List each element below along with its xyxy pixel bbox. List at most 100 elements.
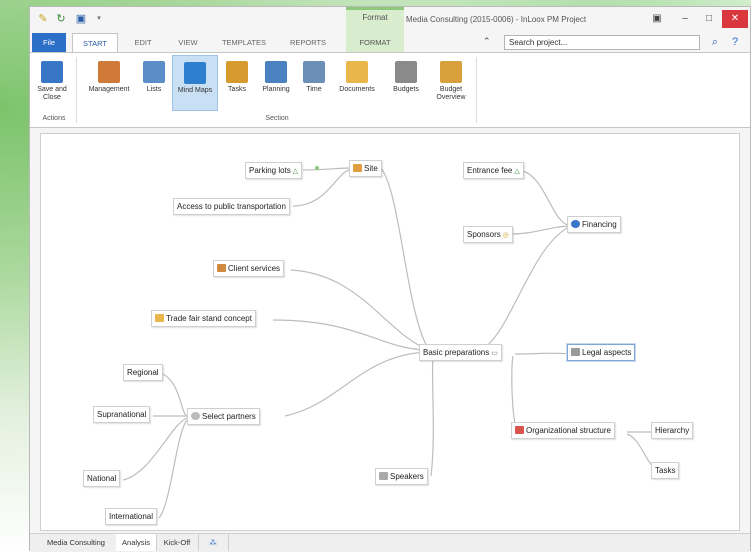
link-financing-basic <box>480 225 572 351</box>
section-tasks-label: Tasks <box>228 86 246 93</box>
node-label: Supranational <box>97 410 147 419</box>
group-section-label: Section <box>265 115 289 122</box>
node-tasks[interactable]: Tasks <box>651 462 680 479</box>
save-icon[interactable]: ▣ <box>74 13 88 25</box>
section-documents-label: Documents <box>339 86 375 93</box>
search-icon[interactable]: ⌕ <box>704 33 726 51</box>
customize-toolbar-icon[interactable]: ▾ <box>92 13 106 25</box>
tab-templates[interactable]: TEMPLATES <box>216 33 272 53</box>
section-documents-button[interactable]: Documents <box>332 55 382 111</box>
bottom-tab-analysis[interactable]: Analysis <box>116 534 157 551</box>
mindmap-tab-icon[interactable]: ⁂ <box>198 534 229 551</box>
bottom-tab-media-consulting[interactable]: Media Consulting <box>36 534 117 551</box>
node-organizational-structure[interactable]: Organizational structure <box>511 422 615 439</box>
section-time-button[interactable]: Time <box>300 55 328 111</box>
node-label: Client services <box>228 264 281 273</box>
node-hierarchy[interactable]: Hierarchy <box>651 422 694 439</box>
node-label: Access to public transportation <box>177 202 286 211</box>
collapse-ribbon-icon[interactable]: ⌃ <box>483 36 491 47</box>
node-client-services[interactable]: Client services <box>213 260 285 277</box>
mindmaps-icon <box>184 62 206 84</box>
node-label: Sponsors <box>467 230 501 239</box>
node-label: Speakers <box>390 472 424 481</box>
node-supranational[interactable]: Supranational <box>93 406 151 423</box>
save-close-label: Save and Close <box>37 86 67 101</box>
org-chart-icon <box>515 426 524 434</box>
node-label: Hierarchy <box>655 426 690 435</box>
section-mindmaps-label: Mind Maps <box>177 87 213 94</box>
group-separator <box>76 57 77 123</box>
node-speakers[interactable]: Speakers <box>375 468 428 485</box>
section-budget-overview-label: Budget Overview <box>436 86 466 101</box>
section-mindmaps-button[interactable]: Mind Maps <box>172 55 218 111</box>
link-parking-site <box>302 167 350 171</box>
pie-chart-icon <box>571 220 580 228</box>
people-icon <box>217 264 226 272</box>
node-legal-aspects[interactable]: Legal aspects <box>567 344 636 361</box>
maximize-button[interactable]: □ <box>698 10 720 28</box>
link-partners-basic <box>284 351 430 417</box>
section-planning-label: Planning <box>262 86 290 93</box>
section-budget-overview-button[interactable]: Budget Overview <box>430 55 472 111</box>
tab-start[interactable]: START <box>72 33 118 53</box>
node-national[interactable]: National <box>83 470 121 487</box>
section-tasks-button[interactable]: Tasks <box>222 55 252 111</box>
management-icon <box>98 61 120 83</box>
tasks-icon <box>226 61 248 83</box>
link-site-basic <box>380 167 430 351</box>
link-entrance-financing <box>518 169 572 227</box>
save-close-button[interactable]: Save and Close <box>34 55 70 111</box>
folder-icon <box>155 314 164 322</box>
node-international[interactable]: International <box>105 508 158 525</box>
speaker-icon <box>379 472 388 480</box>
section-planning-button[interactable]: Planning <box>256 55 296 111</box>
node-select-partners[interactable]: Select partners <box>187 408 260 425</box>
bottom-tab-kick-off[interactable]: Kick-Off <box>156 534 199 551</box>
tab-file[interactable]: File <box>32 33 66 53</box>
section-lists-label: Lists <box>146 86 162 93</box>
node-regional[interactable]: Regional <box>123 364 163 381</box>
mindmap-canvas[interactable]: Parking lots △ Site Access to public tran… <box>40 133 740 531</box>
help-icon[interactable]: ? <box>724 33 746 51</box>
ribbon-display-icon[interactable]: ▣ <box>646 10 668 28</box>
node-entrance-fee[interactable]: Entrance fee △ <box>463 162 524 179</box>
node-label: Entrance fee <box>467 166 513 175</box>
link-org-basic <box>511 355 518 433</box>
node-basic-preparations[interactable]: Basic preparations ▭ <box>419 344 502 361</box>
tab-view[interactable]: VIEW <box>170 33 206 53</box>
link-tradefair-basic <box>272 319 430 351</box>
flag-icon: ◎ <box>502 232 509 239</box>
minimize-button[interactable]: – <box>674 10 696 28</box>
link-regional-partners <box>162 373 188 417</box>
tab-format[interactable]: FORMAT <box>348 33 402 53</box>
search-input[interactable]: Search project... <box>504 35 700 50</box>
tab-edit[interactable]: EDIT <box>126 33 160 53</box>
node-label: Site <box>364 164 378 173</box>
section-budgets-label: Budgets <box>393 86 419 93</box>
section-budgets-button[interactable]: Budgets <box>386 55 426 111</box>
attachment-icon: △ <box>514 168 520 175</box>
link-speakers-basic <box>430 355 434 477</box>
node-label: International <box>109 512 154 521</box>
document-icon <box>571 348 580 356</box>
app-logo-icon[interactable]: ✎ <box>36 13 50 25</box>
node-sponsors[interactable]: Sponsors ◎ <box>463 226 513 243</box>
close-button[interactable]: ✕ <box>722 10 748 28</box>
refresh-icon[interactable]: ↻ <box>54 13 68 25</box>
section-lists-button[interactable]: Lists <box>140 55 168 111</box>
budget-overview-icon <box>440 61 462 83</box>
connector-dot <box>315 166 319 170</box>
link-legal-basic <box>514 352 572 355</box>
section-management-button[interactable]: Management <box>82 55 136 111</box>
node-parking-lots[interactable]: Parking lots △ <box>245 162 303 179</box>
link-international-partners <box>158 419 188 519</box>
node-public-transport[interactable]: Access to public transportation <box>173 198 290 215</box>
node-financing[interactable]: Financing <box>567 216 621 233</box>
section-time-label: Time <box>306 86 322 93</box>
node-site[interactable]: Site <box>349 160 382 177</box>
node-trade-fair[interactable]: Trade fair stand concept <box>151 310 256 327</box>
tab-reports[interactable]: REPORTS <box>282 33 334 53</box>
planning-icon <box>265 61 287 83</box>
group-separator <box>476 57 477 123</box>
node-label: Legal aspects <box>582 348 632 357</box>
